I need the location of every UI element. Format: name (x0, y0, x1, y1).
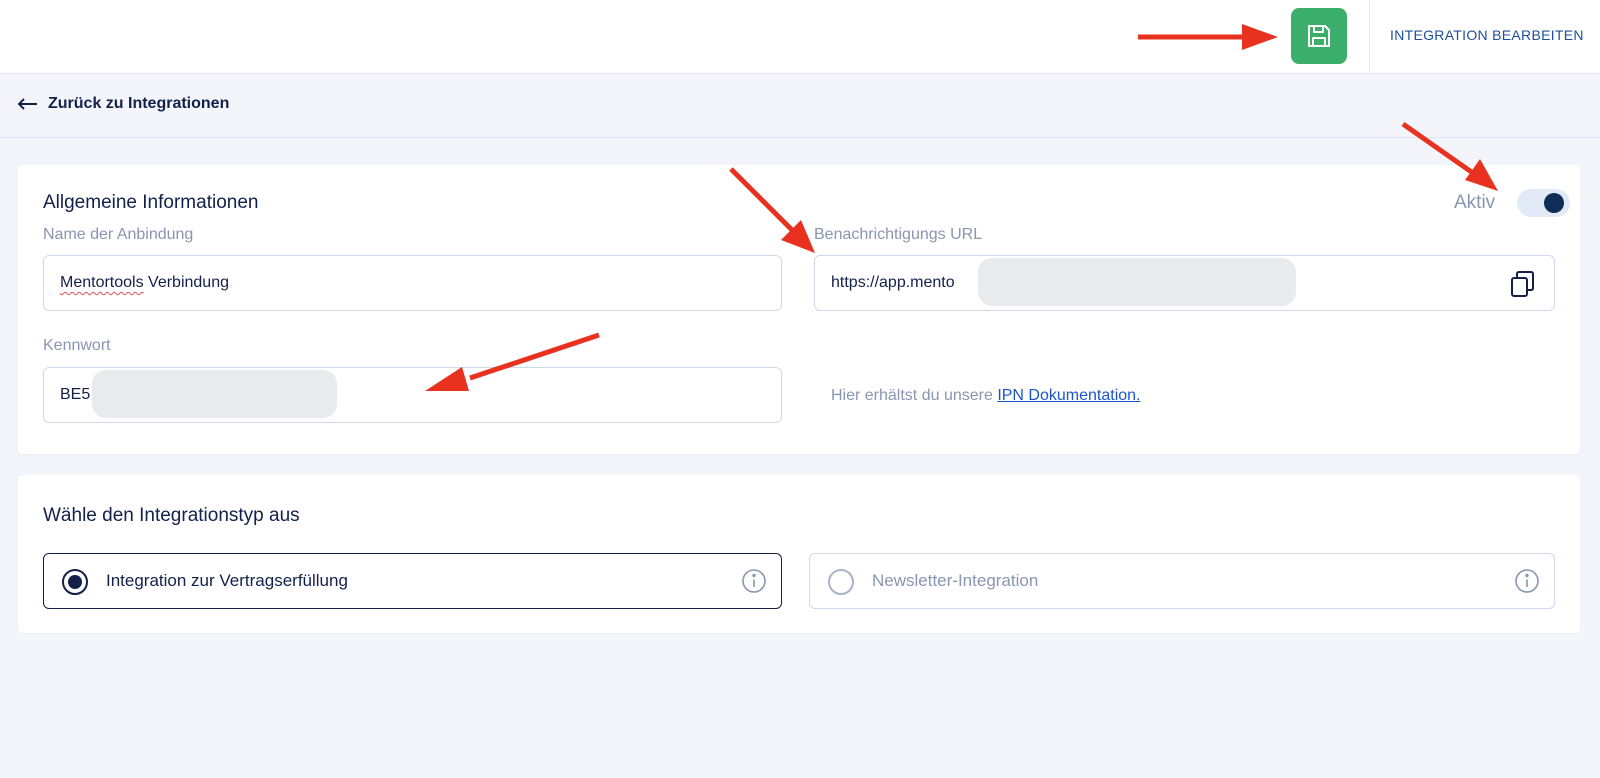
back-link-label: Zurück zu Integrationen (48, 95, 230, 112)
password-field-label: Kennwort (43, 337, 111, 354)
active-toggle-label: Aktiv (1454, 192, 1496, 213)
ipn-help-text: Hier erhältst du unsere IPN Dokumentatio… (831, 387, 1141, 405)
save-button[interactable] (1291, 8, 1347, 64)
option-label: Newsletter-Integration (872, 571, 1039, 590)
radio-unselected[interactable] (828, 569, 854, 595)
copy-icon[interactable] (1508, 269, 1536, 299)
url-value: https://app.mento (831, 274, 955, 291)
name-field-label: Name der Anbindung (43, 226, 194, 243)
name-value-misspelled-word: Mentortools (60, 274, 144, 291)
top-bar: INTEGRATION BEARBEITEN (0, 0, 1600, 74)
option-contract-fulfillment[interactable]: Integration zur Vertragserfüllung (43, 553, 782, 609)
header-divider (1369, 0, 1370, 74)
toggle-knob (1544, 193, 1564, 213)
active-toggle[interactable] (1517, 189, 1570, 217)
general-info-title: Allgemeine Informationen (43, 192, 259, 213)
connection-name-input[interactable]: Mentortools Verbindung (43, 255, 782, 311)
arrow-left-icon (18, 98, 37, 110)
name-value-rest: Verbindung (143, 274, 229, 291)
password-input[interactable]: BE5 (43, 367, 782, 423)
integration-type-card: Wähle den Integrationstyp aus Integratio… (18, 475, 1580, 633)
ipn-documentation-link[interactable]: IPN Dokumentation. (997, 387, 1140, 404)
integration-type-title: Wähle den Integrationstyp aus (43, 505, 300, 526)
url-field-label: Benachrichtigungs URL (814, 226, 983, 243)
info-icon[interactable] (741, 568, 767, 594)
back-to-integrations-link[interactable]: Zurück zu Integrationen (18, 95, 229, 113)
back-bar: Zurück zu Integrationen (0, 74, 1600, 138)
info-icon[interactable] (1514, 568, 1540, 594)
notification-url-input[interactable]: https://app.mento (814, 255, 1555, 311)
option-newsletter[interactable]: Newsletter-Integration (809, 553, 1555, 609)
redacted-overlay (92, 370, 337, 418)
redacted-overlay (978, 258, 1296, 306)
password-value: BE5 (60, 386, 91, 403)
help-text: Hier erhältst du unsere (831, 387, 998, 404)
general-info-card: Allgemeine Informationen Aktiv Name der … (18, 165, 1580, 454)
radio-selected[interactable] (62, 569, 88, 595)
save-icon (1308, 25, 1330, 47)
radio-dot (68, 575, 82, 589)
option-label: Integration zur Vertragserfüllung (106, 571, 348, 590)
page-title: INTEGRATION BEARBEITEN (1390, 27, 1584, 43)
